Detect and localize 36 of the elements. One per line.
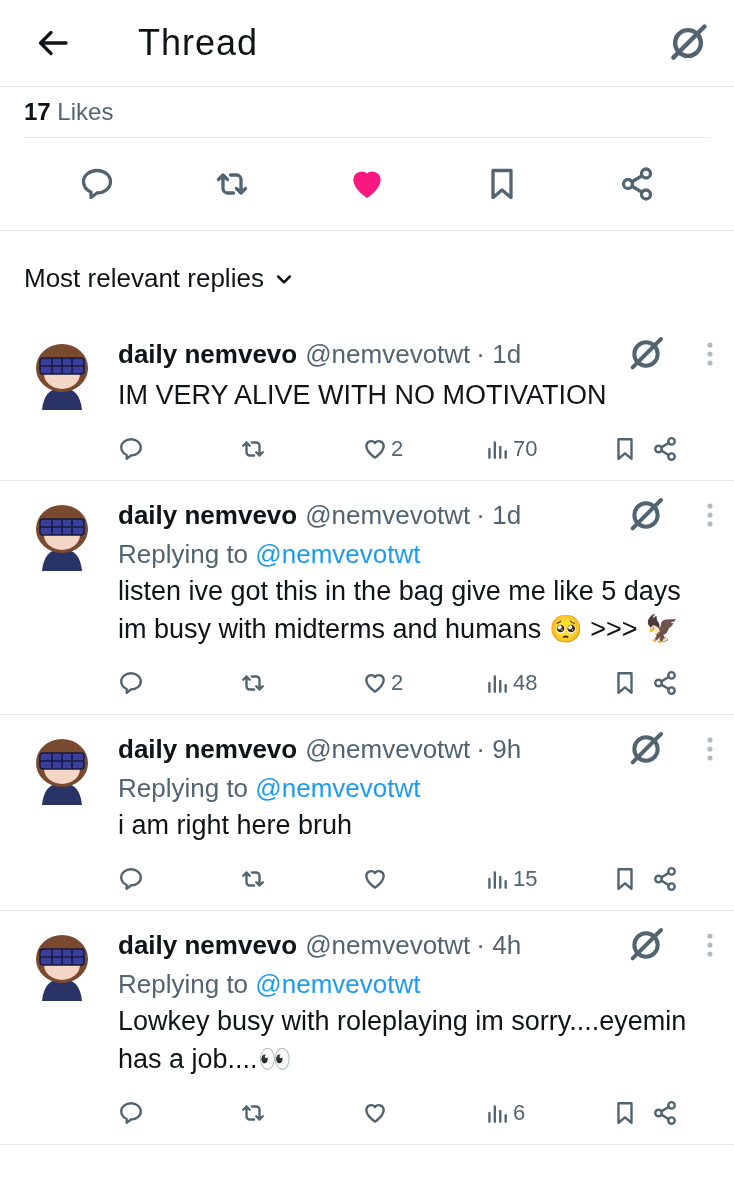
author-handle: @nemvevotwt — [305, 733, 471, 765]
views-button[interactable]: 15 — [484, 866, 612, 892]
post-time: · 1d — [476, 338, 523, 370]
replying-to-text: Replying to @nemvevotwt — [118, 969, 422, 1000]
views-button[interactable]: 48 — [484, 670, 612, 696]
sort-dropdown[interactable]: Most relevant replies — [24, 263, 294, 294]
replying-to-text: Replying to @nemvevotwt — [118, 773, 422, 804]
author-name[interactable]: daily nemvevo — [118, 929, 298, 961]
reply-text: listen ive got this in the bag give me like 5 days im busy with midterms and humans 🥺 >>> 🦅 — [118, 575, 682, 646]
page-title: Thread — [138, 22, 260, 64]
post-time: · 9h — [476, 733, 523, 765]
author-handle: @nemvevotwt — [305, 499, 471, 531]
author-handle: @nemvevotwt — [305, 338, 471, 370]
reply-icon — [118, 436, 144, 462]
views-button[interactable]: 6 — [484, 1100, 612, 1126]
share-icon — [652, 436, 678, 462]
replying-to-text: Replying to @nemvevotwt — [118, 539, 422, 570]
post-time: · 1d — [476, 499, 523, 531]
like-button[interactable]: 2 — [362, 670, 484, 696]
reply-icon — [118, 866, 144, 892]
reply-text: i am right here bruh — [118, 809, 354, 842]
share-icon — [652, 670, 678, 696]
share-icon — [652, 1100, 678, 1126]
reply-text: IM VERY ALIVE WITH NO MOTIVATION — [118, 379, 608, 412]
author-name[interactable]: daily nemvevo — [118, 499, 298, 531]
author-name[interactable]: daily nemvevo — [118, 733, 298, 765]
author-handle: @nemvevotwt — [305, 929, 471, 961]
likes-count[interactable]: 17 Likes — [24, 87, 710, 138]
reply-text: Lowkey busy with roleplaying im sorry....eyemin has a job....👀 — [118, 1005, 688, 1076]
reply-icon — [118, 670, 144, 696]
share-icon — [652, 866, 678, 892]
post-time: · 4h — [476, 929, 523, 961]
reply-icon — [118, 1100, 144, 1126]
views-button[interactable]: 70 — [484, 436, 612, 462]
author-name[interactable]: daily nemvevo — [118, 338, 298, 370]
like-button[interactable]: 2 — [362, 436, 484, 462]
